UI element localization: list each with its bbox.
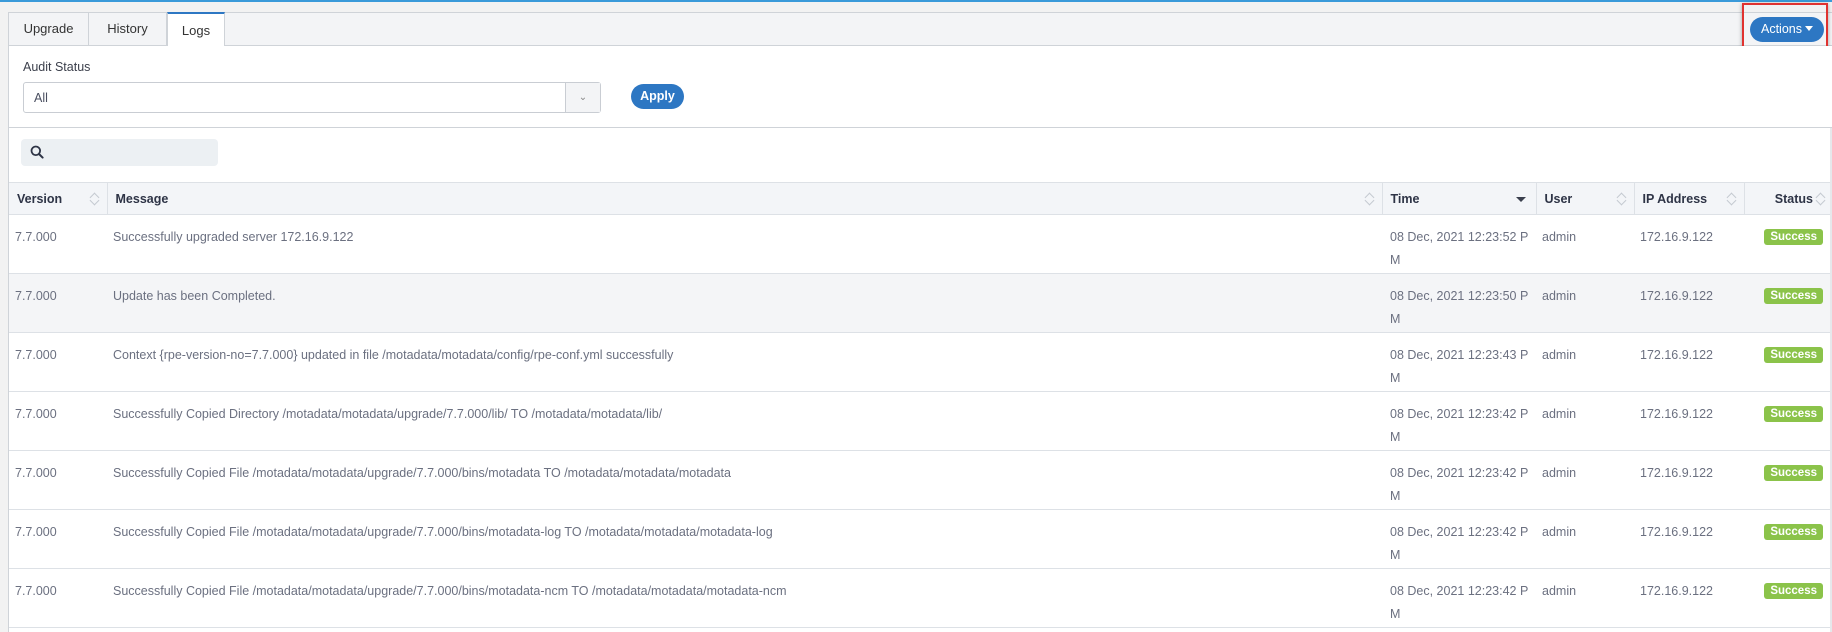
cell-ip-address: 172.16.9.122 [1634, 273, 1744, 333]
audit-status-select[interactable]: All ⌄ [23, 82, 601, 113]
status-badge: Success [1764, 288, 1823, 304]
cell-ip-address: 172.16.9.122 [1634, 391, 1744, 451]
cell-status: Success [1744, 391, 1832, 451]
search-box [21, 139, 218, 166]
cell-time: 08 Dec, 2021 12:23:42 PM [1382, 391, 1536, 451]
sort-icon [90, 192, 100, 206]
column-label: Status [1774, 191, 1813, 206]
cell-version: 7.7.000 [9, 214, 107, 274]
cell-version: 7.7.000 [9, 391, 107, 451]
cell-time: 08 Dec, 2021 12:23:43 PM [1382, 332, 1536, 392]
status-badge: Success [1764, 229, 1823, 245]
column-label: Version [17, 191, 63, 206]
cell-time: 08 Dec, 2021 12:23:50 PM [1382, 273, 1536, 333]
status-badge: Success [1764, 465, 1823, 481]
sort-icon [1365, 192, 1375, 206]
actions-label: Actions [1761, 22, 1802, 36]
cell-message: Successfully upgraded server 172.16.9.12… [107, 214, 1382, 274]
table-row[interactable]: 7.7.000 Context {rpe-version-no=7.7.000}… [9, 332, 1832, 392]
table-row[interactable]: 7.7.000 Successfully Copied File /motada… [9, 450, 1832, 510]
sort-icon [1816, 192, 1826, 206]
chevron-down-icon[interactable]: ⌄ [565, 83, 600, 112]
cell-time: 08 Dec, 2021 12:23:42 PM [1382, 450, 1536, 510]
cell-ip-address: 172.16.9.122 [1634, 568, 1744, 628]
column-label: IP Address [1642, 191, 1708, 206]
cell-user: admin [1536, 509, 1634, 569]
tab-logs[interactable]: Logs [167, 12, 225, 48]
column-label: Message [115, 191, 169, 206]
cell-status: Success [1744, 332, 1832, 392]
logs-table: Version Message Time User IP Address Sta… [9, 182, 1832, 628]
filter-panel: Audit Status All ⌄ Apply [8, 46, 1832, 128]
table-row[interactable]: 7.7.000 Successfully Copied File /motada… [9, 568, 1832, 628]
audit-status-value: All [34, 91, 48, 105]
cell-ip-address: 172.16.9.122 [1634, 214, 1744, 274]
column-header-message[interactable]: Message [107, 182, 1383, 215]
cell-ip-address: 172.16.9.122 [1634, 509, 1744, 569]
cell-version: 7.7.000 [9, 450, 107, 510]
cell-user: admin [1536, 568, 1634, 628]
actions-button[interactable]: Actions [1750, 17, 1824, 42]
tab-upgrade[interactable]: Upgrade [9, 12, 89, 47]
cell-status: Success [1744, 568, 1832, 628]
cell-time: 08 Dec, 2021 12:23:42 PM [1382, 568, 1536, 628]
status-badge: Success [1764, 524, 1823, 540]
table-row[interactable]: 7.7.000 Successfully Copied File /motada… [9, 509, 1832, 569]
cell-time: 08 Dec, 2021 12:23:52 PM [1382, 214, 1536, 274]
cell-message: Update has been Completed. [107, 273, 1382, 333]
cell-message: Successfully Copied File /motadata/motad… [107, 568, 1382, 628]
tab-bar: Upgrade History Logs [8, 12, 1832, 48]
cell-time: 08 Dec, 2021 12:23:42 PM [1382, 509, 1536, 569]
table-row[interactable]: 7.7.000 Successfully upgraded server 172… [9, 214, 1832, 274]
column-header-status[interactable]: Status [1744, 182, 1832, 215]
cell-version: 7.7.000 [9, 332, 107, 392]
cell-user: admin [1536, 450, 1634, 510]
cell-status: Success [1744, 509, 1832, 569]
logs-content: Version Message Time User IP Address Sta… [8, 128, 1832, 632]
cell-version: 7.7.000 [9, 509, 107, 569]
column-header-user[interactable]: User [1536, 182, 1635, 215]
table-row[interactable]: 7.7.000 Successfully Copied Directory /m… [9, 391, 1832, 451]
top-accent-line [0, 0, 1832, 2]
status-badge: Success [1764, 347, 1823, 363]
column-label: User [1544, 191, 1573, 206]
status-badge: Success [1764, 583, 1823, 599]
cell-user: admin [1536, 214, 1634, 274]
cell-ip-address: 172.16.9.122 [1634, 450, 1744, 510]
apply-button[interactable]: Apply [631, 84, 684, 109]
sort-icon [1617, 192, 1627, 206]
cell-version: 7.7.000 [9, 273, 107, 333]
cell-message: Successfully Copied File /motadata/motad… [107, 450, 1382, 510]
table-header-row: Version Message Time User IP Address Sta… [9, 182, 1832, 215]
column-header-time[interactable]: Time [1382, 182, 1537, 215]
cell-user: admin [1536, 332, 1634, 392]
cell-message: Successfully Copied Directory /motadata/… [107, 391, 1382, 451]
search-input[interactable] [51, 142, 211, 163]
caret-down-icon [1805, 26, 1813, 32]
status-badge: Success [1764, 406, 1823, 422]
cell-status: Success [1744, 273, 1832, 333]
cell-user: admin [1536, 273, 1634, 333]
cell-status: Success [1744, 450, 1832, 510]
cell-status: Success [1744, 214, 1832, 274]
sort-descending-icon [1515, 197, 1526, 202]
cell-message: Context {rpe-version-no=7.7.000} updated… [107, 332, 1382, 392]
sort-icon [1727, 192, 1737, 206]
tab-history[interactable]: History [89, 12, 167, 47]
audit-status-label: Audit Status [23, 60, 91, 74]
cell-ip-address: 172.16.9.122 [1634, 332, 1744, 392]
cell-version: 7.7.000 [9, 568, 107, 628]
cell-message: Successfully Copied File /motadata/motad… [107, 509, 1382, 569]
column-label: Time [1390, 191, 1420, 206]
column-header-ip-address[interactable]: IP Address [1634, 182, 1745, 215]
search-icon [30, 145, 44, 159]
table-row[interactable]: 7.7.000 Update has been Completed. 08 De… [9, 273, 1832, 333]
cell-user: admin [1536, 391, 1634, 451]
column-header-version[interactable]: Version [9, 182, 108, 215]
